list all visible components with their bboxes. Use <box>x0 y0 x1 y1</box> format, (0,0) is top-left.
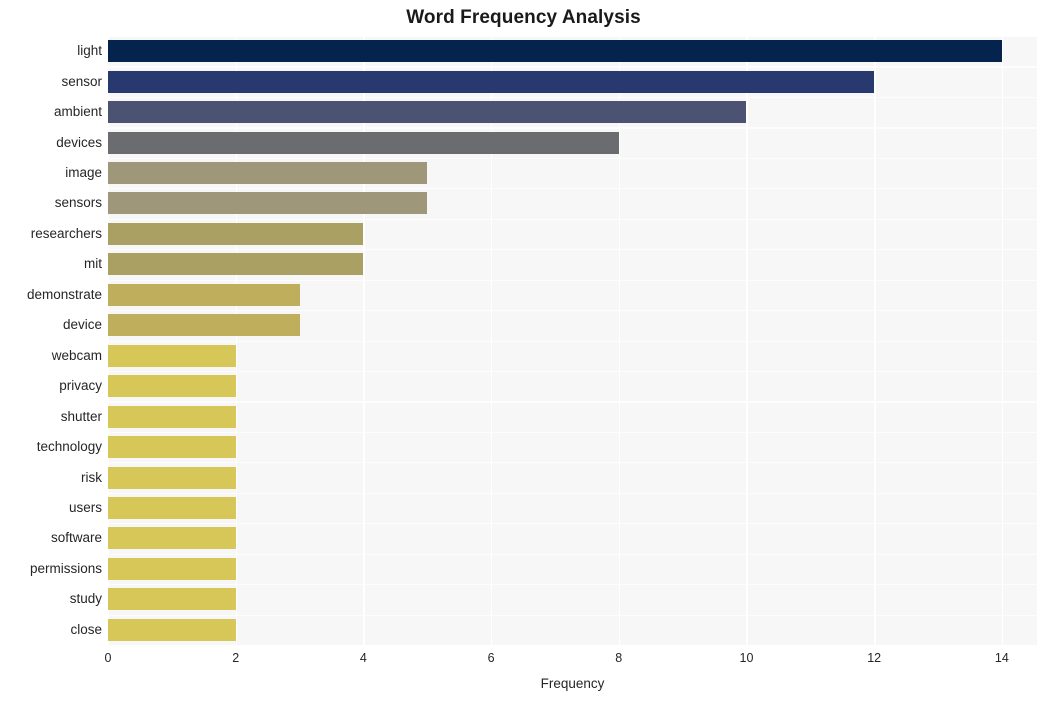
chart-figure: Word Frequency Analysis light sensor ambie… <box>0 0 1047 701</box>
x-tick-label-2: 2 <box>232 651 240 665</box>
x-axis-tick-labels: 0 2 4 6 8 10 12 14 <box>0 0 1047 701</box>
x-tick-label-8: 8 <box>615 651 623 665</box>
x-tick-label-6: 6 <box>487 651 495 665</box>
x-tick-label-14: 14 <box>994 651 1009 665</box>
x-tick-label-10: 10 <box>739 651 754 665</box>
x-axis-label: Frequency <box>540 676 605 691</box>
x-tick-label-4: 4 <box>359 651 367 665</box>
x-tick-label-12: 12 <box>867 651 882 665</box>
x-tick-label-0: 0 <box>104 651 112 665</box>
